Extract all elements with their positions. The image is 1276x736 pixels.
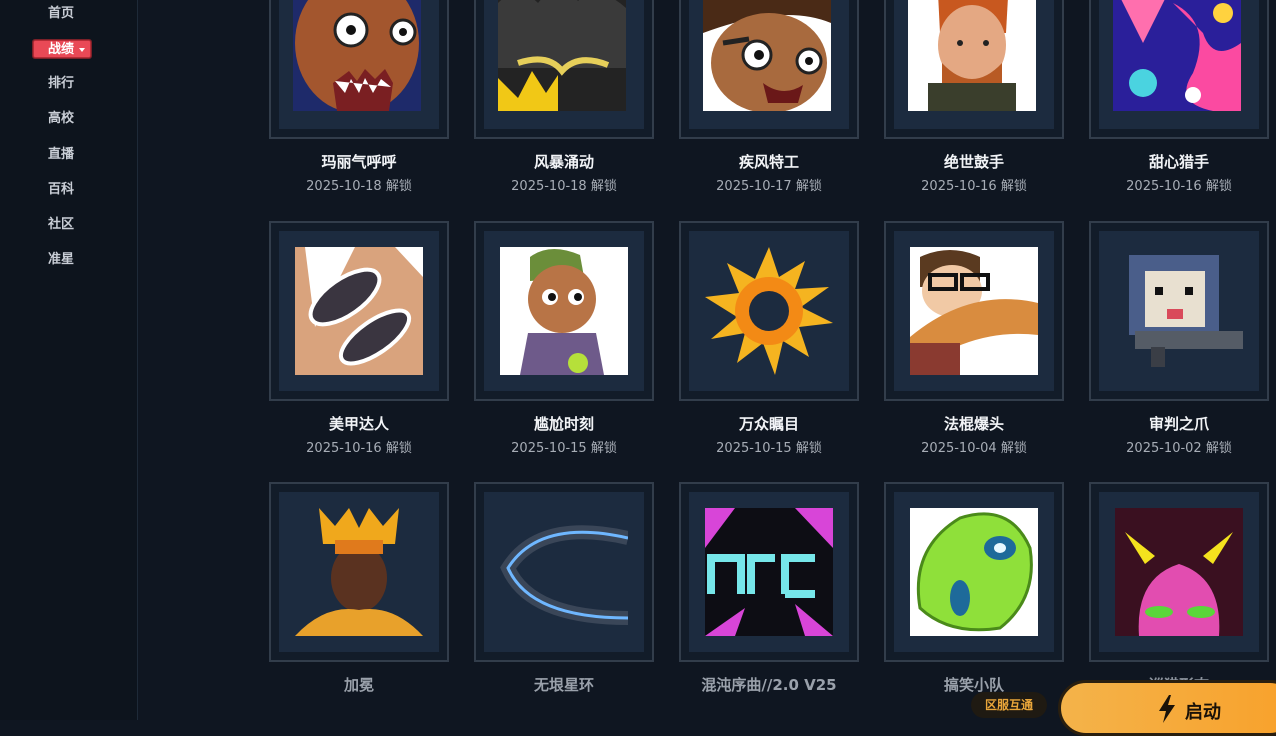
star-ring-icon bbox=[500, 508, 628, 636]
card-unlock-date: 2025-10-18 解锁 bbox=[511, 179, 617, 194]
sidebar-item-live[interactable]: 直播 bbox=[0, 146, 122, 164]
card-unlock-date: 2025-10-04 解锁 bbox=[921, 441, 1027, 456]
sidebar-item-wiki[interactable]: 百科 bbox=[0, 181, 122, 199]
card-item[interactable]: 加冕 bbox=[269, 482, 449, 702]
card-item[interactable]: 风暴涌动 2025-10-18 解锁 bbox=[474, 0, 654, 194]
candy-pattern-icon bbox=[1113, 0, 1241, 111]
card-unlock-date: 2025-10-17 解锁 bbox=[716, 179, 822, 194]
card-unlock-date: 2025-10-18 解锁 bbox=[306, 179, 412, 194]
lightning-icon bbox=[1159, 695, 1175, 723]
card-name: 绝世鼓手 bbox=[943, 153, 1004, 171]
card-name: 风暴涌动 bbox=[533, 153, 594, 171]
claw-nails-icon bbox=[295, 247, 423, 375]
sidebar-item-home[interactable]: 首页 bbox=[0, 5, 122, 23]
sidebar-item-community[interactable]: 社区 bbox=[0, 216, 122, 234]
angry-mascot-icon bbox=[293, 0, 421, 111]
sidebar-item-ranking[interactable]: 排行 bbox=[0, 75, 122, 93]
card-item[interactable]: 审判之爪 2025-10-02 解锁 bbox=[1089, 221, 1269, 456]
card-item[interactable]: 混沌序曲//2.0 V25 bbox=[679, 482, 859, 702]
sidebar-item-label: 战绩 bbox=[48, 42, 75, 57]
card-name: 法棍爆头 bbox=[943, 415, 1004, 433]
pixel-dog-gun-icon bbox=[1115, 247, 1243, 375]
card-unlock-date: 2025-10-15 解锁 bbox=[716, 441, 822, 456]
card-item[interactable]: 法棍爆头 2025-10-04 解锁 bbox=[884, 221, 1064, 456]
card-grid: 玛丽气呼呼 2025-10-18 解锁 风暴涌动 2025-10-18 解锁 疾… bbox=[138, 0, 1276, 720]
card-item[interactable]: 搞笑小队 bbox=[884, 482, 1064, 702]
baguette-headshot-icon bbox=[910, 247, 1038, 375]
card-name: 玛丽气呼呼 bbox=[321, 153, 397, 171]
card-unlock-date: 2025-10-16 解锁 bbox=[306, 441, 412, 456]
card-unlock-date: 2025-10-02 解锁 bbox=[1126, 441, 1232, 456]
card-item[interactable]: 无垠星环 bbox=[474, 482, 654, 702]
awkward-kid-icon bbox=[500, 247, 628, 375]
card-item[interactable]: 巡猎形态 bbox=[1089, 482, 1269, 702]
card-name: 无垠星环 bbox=[533, 676, 594, 694]
sidebar-item-record[interactable]: 战绩 bbox=[32, 39, 92, 59]
card-item[interactable]: 疾风特工 2025-10-17 解锁 bbox=[679, 0, 859, 194]
card-item[interactable]: 绝世鼓手 2025-10-16 解锁 bbox=[884, 0, 1064, 194]
card-item[interactable]: 万众瞩目 2025-10-15 解锁 bbox=[679, 221, 859, 456]
storm-cloud-icon bbox=[498, 0, 626, 111]
card-name: 加冕 bbox=[343, 676, 374, 694]
sidebar-item-college[interactable]: 高校 bbox=[0, 110, 122, 128]
card-name: 美甲达人 bbox=[328, 415, 389, 433]
card-item[interactable]: 尴尬时刻 2025-10-15 解锁 bbox=[474, 221, 654, 456]
pink-hunter-icon bbox=[1115, 508, 1243, 636]
card-item[interactable]: 玛丽气呼呼 2025-10-18 解锁 bbox=[269, 0, 449, 194]
card-unlock-date: 2025-10-15 解锁 bbox=[511, 441, 617, 456]
caret-down-icon bbox=[79, 48, 85, 52]
card-unlock-date: 2025-10-16 解锁 bbox=[1126, 179, 1232, 194]
card-item[interactable]: 甜心猎手 2025-10-16 解锁 bbox=[1089, 0, 1269, 194]
card-name: 混沌序曲//2.0 V25 bbox=[701, 676, 837, 694]
card-name: 万众瞩目 bbox=[738, 415, 799, 433]
card-name: 尴尬时刻 bbox=[533, 415, 594, 433]
card-unlock-date: 2025-10-16 解锁 bbox=[921, 179, 1027, 194]
slime-creature-icon bbox=[910, 508, 1038, 636]
launch-button[interactable]: 启动 bbox=[1058, 680, 1276, 736]
card-name: 疾风特工 bbox=[738, 153, 799, 171]
sidebar-item-crosshair[interactable]: 准星 bbox=[0, 251, 122, 269]
sun-burst-icon bbox=[705, 247, 833, 375]
crowned-warrior-icon bbox=[295, 508, 423, 636]
card-name: 审判之爪 bbox=[1148, 415, 1209, 433]
arc-logo-icon bbox=[705, 508, 833, 636]
drummer-portrait-icon bbox=[908, 0, 1036, 111]
card-item[interactable]: 美甲达人 2025-10-16 解锁 bbox=[269, 221, 449, 456]
card-name: 甜心猎手 bbox=[1148, 153, 1209, 171]
sidebar: 首页 战绩 排行 高校 直播 百科 社区 准星 bbox=[0, 0, 138, 720]
region-interop-badge: 区服互通 bbox=[971, 692, 1047, 718]
agent-face-icon bbox=[703, 0, 831, 111]
launch-button-label: 启动 bbox=[1185, 702, 1221, 723]
